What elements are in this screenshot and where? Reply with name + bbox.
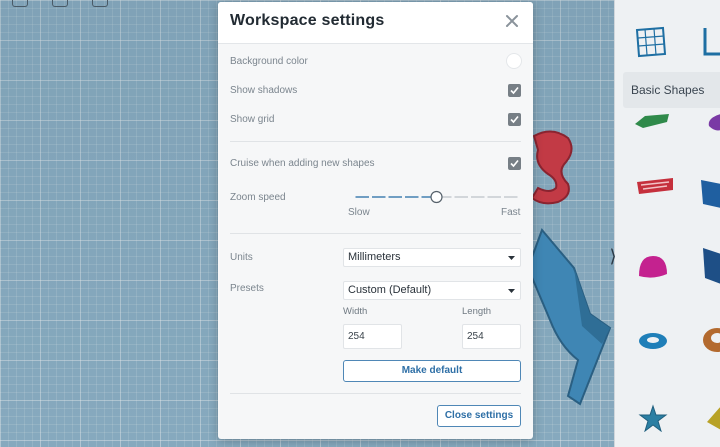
divider [230,141,521,142]
dialog-title: Workspace settings [230,12,385,29]
shape-category-dropdown[interactable]: Basic Shapes [623,72,720,108]
check-icon [510,159,519,168]
show-shadows-label: Show shadows [230,85,298,96]
workspace-settings-dialog: Workspace settings Background color Show… [218,2,533,439]
background-color-label: Background color [230,56,308,67]
show-grid-row: Show grid [230,111,521,131]
caret-down-icon [508,289,515,293]
units-label: Units [230,252,253,263]
zoom-slow-label: Slow [348,207,370,218]
divider [230,233,521,234]
toolbar-edge [8,0,128,8]
caret-down-icon [508,256,515,260]
paraboloid-icon[interactable] [705,112,720,132]
cruise-label: Cruise when adding new shapes [230,158,375,169]
presets-select[interactable]: Custom (Default) [343,281,521,300]
length-input[interactable]: 254 [462,324,521,349]
background-color-row: Background color [230,53,522,73]
background-color-swatch[interactable] [506,53,522,69]
slider-thumb[interactable] [430,190,443,204]
wedge-icon[interactable] [699,244,720,286]
width-label: Width [343,306,368,317]
tube-icon[interactable] [701,326,720,354]
text-icon[interactable] [633,174,677,198]
cruise-row: Cruise when adding new shapes [230,155,521,175]
presets-label: Presets [230,283,264,294]
red-shape[interactable] [528,128,578,206]
show-shadows-checkbox[interactable] [508,84,521,97]
zoom-speed-label: Zoom speed [230,192,286,203]
width-input[interactable]: 254 [343,324,402,349]
panel-tab[interactable]: ─ [633,0,640,6]
check-icon [510,115,519,124]
presets-value: Custom (Default) [348,284,432,296]
ruler-icon[interactable] [699,26,720,58]
half-sphere-icon[interactable] [637,252,671,278]
torus-icon[interactable] [637,330,671,352]
panel-collapse-chevron-icon[interactable]: ⟩ [606,244,620,270]
dialog-header: Workspace settings [218,2,533,44]
show-grid-checkbox[interactable] [508,113,521,126]
box-icon[interactable] [699,176,720,210]
cruise-checkbox[interactable] [508,157,521,170]
show-grid-label: Show grid [230,114,275,125]
show-shadows-row: Show shadows [230,82,521,102]
divider [230,393,521,394]
shapes-panel: ─ Basic Shapes [614,0,720,447]
check-icon [510,86,519,95]
make-default-button[interactable]: Make default [343,360,521,382]
workplane-icon[interactable] [633,26,669,58]
close-settings-button[interactable]: Close settings [437,405,521,427]
close-icon[interactable] [505,14,519,28]
length-label: Length [462,306,492,317]
roof-icon[interactable] [633,112,671,130]
zoom-fast-label: Fast [501,207,521,218]
units-value: Millimeters [348,251,401,263]
pyramid-icon[interactable] [703,402,720,432]
units-select[interactable]: Millimeters [343,248,521,267]
star-icon[interactable] [637,404,669,432]
blue-arrow-shape[interactable] [520,228,614,408]
zoom-speed-slider[interactable] [352,190,521,204]
